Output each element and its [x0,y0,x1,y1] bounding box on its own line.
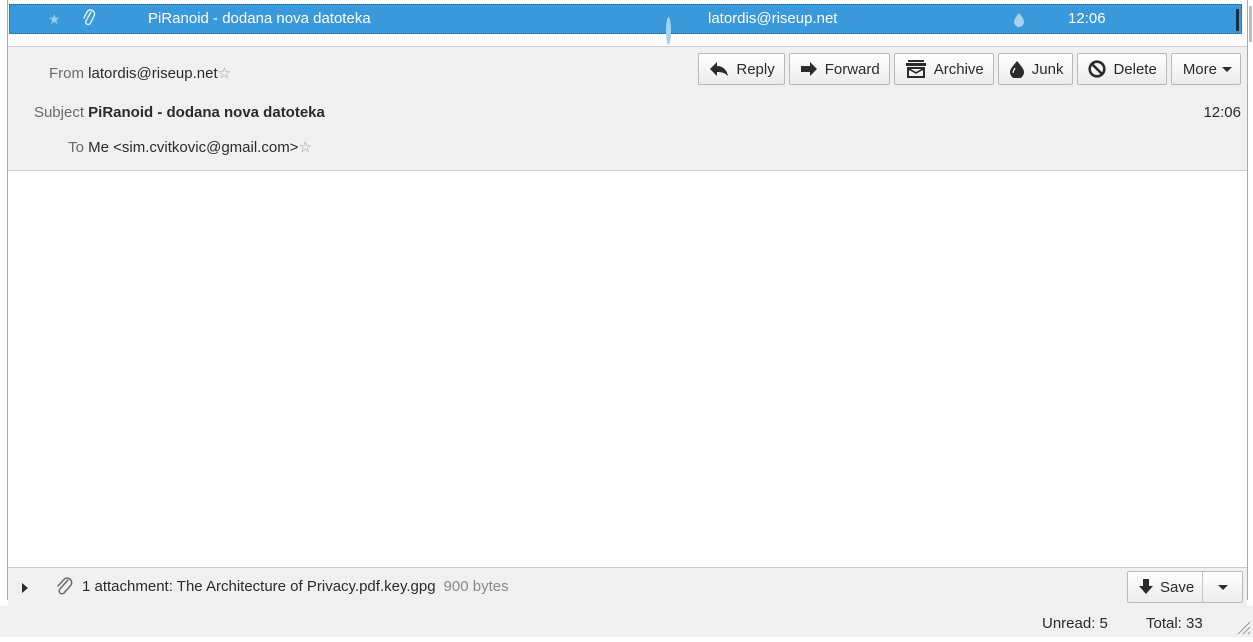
star-icon[interactable]: ★ [48,5,61,33]
subject-line: Subject PiRanoid - dodana nova datoteka [16,102,325,124]
delete-button[interactable]: Delete [1077,53,1167,85]
row-scrollbar-thumb[interactable] [1236,9,1239,31]
junk-status-icon[interactable] [1013,5,1025,33]
delete-icon [1088,60,1107,78]
message-header: From latordis@riseup.net☆ Subject PiRano… [8,46,1247,171]
forward-icon [800,62,817,76]
paperclip-icon [57,577,73,595]
attachment-size: 900 bytes [443,578,509,595]
save-label: Save [1160,578,1195,596]
read-status-icon[interactable] [666,17,671,45]
row-date: 12:06 [1068,10,1106,27]
subject-value: PiRanoid - dodana nova datoteka [88,104,325,121]
list-scrollbar[interactable] [1249,6,1252,42]
attachment-filename[interactable]: The Architecture of Privacy.pdf.key.gpg [177,578,436,595]
save-button[interactable]: Save [1128,572,1204,602]
chevron-down-icon [1222,66,1232,72]
more-label: More [1182,60,1217,78]
forward-label: Forward [824,60,880,78]
attachment-icon [82,5,96,33]
attachment-count-label: 1 attachment: [82,578,173,595]
reply-label: Reply [736,60,775,78]
save-attachment-button[interactable]: Save [1127,571,1243,603]
to-value[interactable]: Me <sim.cvitkovic@gmail.com> [88,139,298,156]
from-line: From latordis@riseup.net☆ [16,63,231,85]
status-bar: Unread: 5 Total: 33 [0,606,1253,637]
delete-label: Delete [1113,60,1157,78]
download-icon [1139,579,1153,594]
total-count: Total: 33 [1146,615,1203,632]
reply-icon [710,62,729,76]
row-subject: PiRanoid - dodana nova datoteka [148,10,371,27]
resize-grip-icon[interactable] [1235,619,1251,635]
archive-label: Archive [933,60,984,78]
archive-icon [905,60,926,78]
pane-border-right [1247,0,1248,600]
from-value[interactable]: latordis@riseup.net [88,65,217,82]
header-date: 12:06 [1203,104,1241,121]
subject-label: Subject [33,104,84,121]
from-label: From [49,65,84,82]
unread-count: Unread: 5 [1042,615,1108,632]
message-row-selected[interactable]: ★ PiRanoid - dodana nova datoteka latord… [9,4,1242,45]
junk-label: Junk [1031,60,1064,78]
archive-button[interactable]: Archive [893,53,994,85]
junk-icon [1009,61,1024,78]
forward-button[interactable]: Forward [788,53,890,85]
more-button[interactable]: More [1170,53,1241,85]
expand-attachments-icon[interactable] [22,583,28,593]
attachment-summary[interactable]: 1 attachment: The Architecture of Privac… [82,568,509,606]
to-label: To [68,139,84,156]
to-star-icon[interactable]: ☆ [298,139,311,156]
junk-button[interactable]: Junk [997,53,1074,85]
header-toolbar: Reply Forward Archive Junk Delete More [698,53,1241,85]
from-star-icon[interactable]: ☆ [218,65,231,82]
row-correspondent: latordis@riseup.net [708,10,838,27]
reply-button[interactable]: Reply [698,53,785,85]
save-dropdown-button[interactable] [1203,572,1242,602]
attachment-bar: 1 attachment: The Architecture of Privac… [8,567,1247,607]
chevron-down-icon [1217,584,1228,590]
to-line: To Me <sim.cvitkovic@gmail.com>☆ [16,137,312,159]
